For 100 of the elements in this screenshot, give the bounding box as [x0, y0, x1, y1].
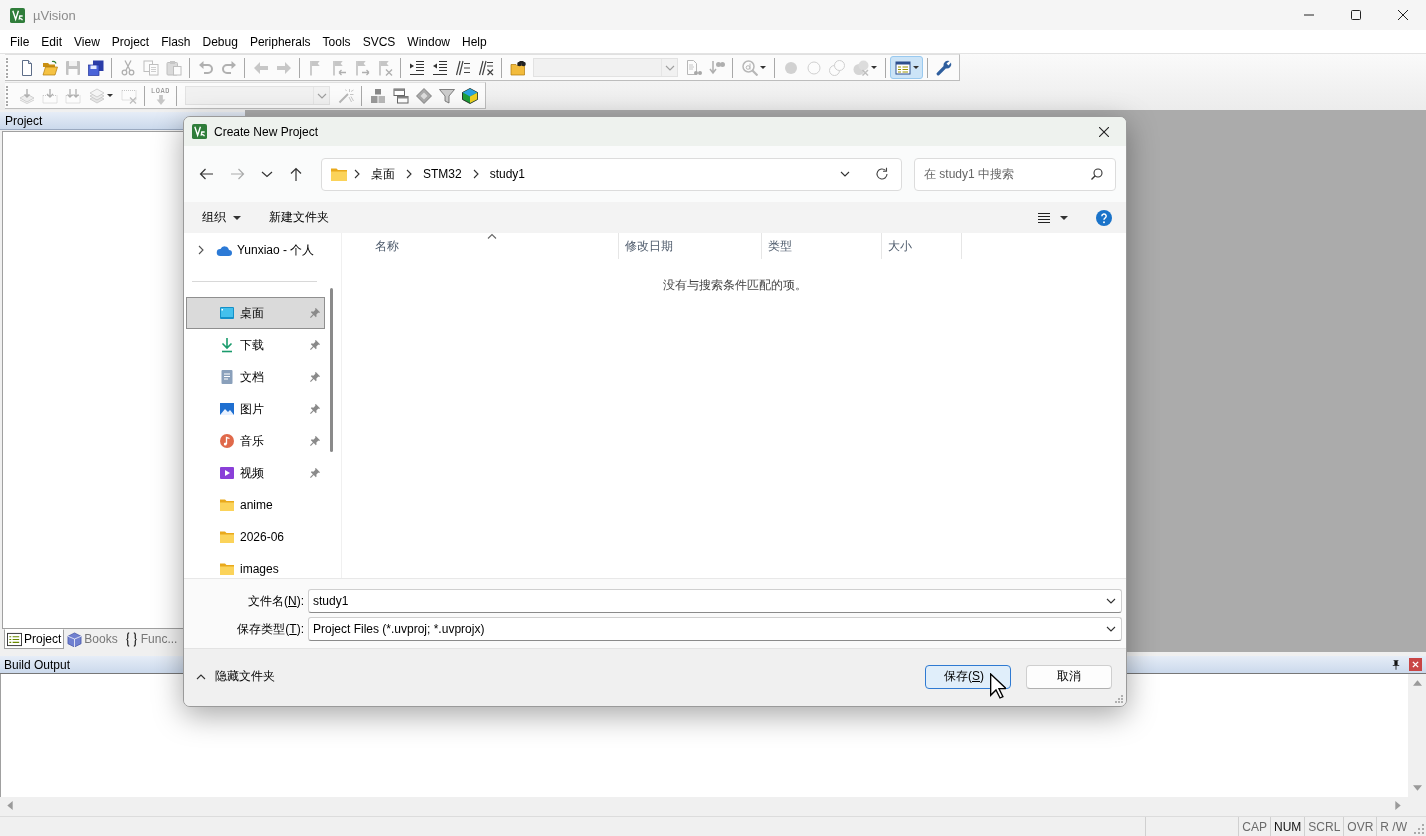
cursor-icon [990, 673, 1006, 699]
scrollbar[interactable] [330, 288, 333, 452]
dropdown-caret-icon [106, 94, 113, 97]
chevron-down-icon [1106, 596, 1116, 606]
close-button[interactable] [1409, 658, 1422, 671]
up-triangle-icon[interactable] [1412, 680, 1422, 686]
menu-item[interactable]: Project [105, 34, 156, 49]
funnel-icon [438, 87, 455, 104]
right-triangle-icon[interactable] [1395, 800, 1401, 810]
menu-item[interactable]: File [4, 34, 36, 49]
status-indicator: NUM [1269, 817, 1305, 836]
dot-icon [782, 59, 799, 76]
breadcrumb-item[interactable]: 桌面 [367, 165, 399, 183]
breadcrumb-item[interactable]: study1 [485, 167, 530, 181]
grid-cross-icon [120, 87, 137, 104]
menu-item[interactable]: SVCS [356, 34, 402, 49]
resize-grip-icon[interactable] [1115, 695, 1123, 703]
blocks-icon [369, 87, 386, 104]
app-logo-icon [10, 7, 25, 23]
redo-icon [220, 59, 237, 76]
windows-icon [392, 87, 409, 104]
toolbar-button[interactable] [890, 56, 923, 79]
column-header[interactable]: 大小 [881, 233, 962, 259]
menu-item[interactable]: Help [456, 34, 493, 49]
panel-tab[interactable]: Func... [120, 629, 181, 649]
search-field[interactable]: 在 study1 中搜索 [914, 157, 1116, 191]
panel-title: Build Output [4, 657, 71, 672]
down-arrow-icon [155, 94, 166, 105]
dialog-button[interactable]: 保存(S) [925, 664, 1011, 689]
slashes-cross-icon [477, 59, 494, 76]
chevron-down-icon [840, 169, 850, 179]
outdent-icon [431, 59, 448, 76]
field-label: 文件名(N): [247, 592, 304, 610]
clipboard-icon [165, 59, 182, 76]
slashes-icon [454, 59, 471, 76]
file-type-field[interactable]: Project Files (*.uvproj; *.uvprojx) [308, 617, 1122, 641]
toolbar-button[interactable]: 新建文件夹 [259, 205, 339, 230]
undo-icon [197, 59, 214, 76]
folder-binoculars-icon [509, 59, 526, 76]
window-layout-icon [894, 59, 911, 76]
field-label: 保存类型(T): [236, 620, 304, 638]
left-triangle-icon[interactable] [7, 800, 13, 810]
breadcrumb-item[interactable]: STM32 [419, 167, 466, 181]
status-indicator: R /W [1376, 817, 1410, 836]
address-bar[interactable]: 桌面 STM32 study1 [321, 157, 902, 191]
flag-left-icon [330, 59, 347, 76]
flag-right-icon [353, 59, 370, 76]
file-name-field[interactable]: study1 [308, 589, 1122, 613]
chevron-down-icon [1106, 624, 1116, 634]
menu-item[interactable]: Peripherals [243, 34, 317, 49]
toolbar-grip[interactable] [6, 85, 10, 106]
dropdown-caret-icon [1060, 215, 1068, 220]
search-icon[interactable] [1091, 167, 1103, 180]
menu-item[interactable]: Debug [196, 34, 244, 49]
wand-icon [337, 87, 354, 104]
braces-icon [123, 631, 139, 647]
menu-item[interactable]: Window [401, 34, 456, 49]
pages-icon [142, 59, 159, 76]
ring-icon [805, 59, 822, 76]
rings-icon [828, 59, 845, 76]
menu-item[interactable]: Edit [35, 34, 69, 49]
resize-grip-icon[interactable] [1413, 823, 1424, 834]
cloud-cross-icon [852, 59, 869, 76]
menu-item[interactable]: Tools [316, 34, 357, 49]
box-icon [67, 631, 83, 647]
binoculars-arrow-icon [708, 59, 725, 76]
sort-caret-icon [486, 233, 497, 239]
column-header[interactable]: 修改日期 [618, 233, 761, 259]
hide-folders-button[interactable]: 隐藏文件夹 [194, 666, 277, 687]
folder-icon [331, 167, 347, 181]
panel-tab[interactable]: Project [4, 629, 65, 649]
down-triangle-icon[interactable] [1412, 785, 1422, 791]
help-icon[interactable] [1096, 209, 1112, 226]
column-header[interactable]: 名称 [343, 233, 618, 259]
scissors-icon [119, 59, 136, 76]
status-indicator: SCRL [1304, 817, 1344, 836]
menu-item[interactable]: Flash [155, 34, 197, 49]
close-icon [1412, 661, 1419, 668]
chevron-right-icon [404, 169, 414, 179]
cube-icon [461, 87, 478, 104]
diamond-icon [415, 87, 432, 104]
page-binoculars-icon [685, 59, 702, 76]
magnifier-icon [741, 59, 758, 76]
list-lines-icon [1038, 212, 1050, 223]
vertical-scrollbar[interactable] [1408, 674, 1426, 797]
maximize-icon [1350, 10, 1361, 20]
floppy-icon [64, 59, 81, 76]
panel-tab[interactable]: Books [64, 629, 121, 649]
refresh-icon[interactable] [875, 167, 889, 181]
dropdown-caret-icon [759, 66, 766, 69]
dialog-button[interactable]: 取消 [1026, 664, 1112, 689]
floppy-stack-icon [87, 59, 104, 76]
toolbar-grip[interactable] [6, 57, 10, 78]
stack-arrow-icon [18, 87, 35, 104]
column-header[interactable]: 类型 [761, 233, 881, 259]
flag-cross-icon [376, 59, 393, 76]
close-icon [1099, 126, 1109, 137]
menu-item[interactable]: View [68, 34, 106, 49]
status-indicator: CAP [1238, 817, 1270, 836]
open-folder-icon [41, 59, 58, 76]
